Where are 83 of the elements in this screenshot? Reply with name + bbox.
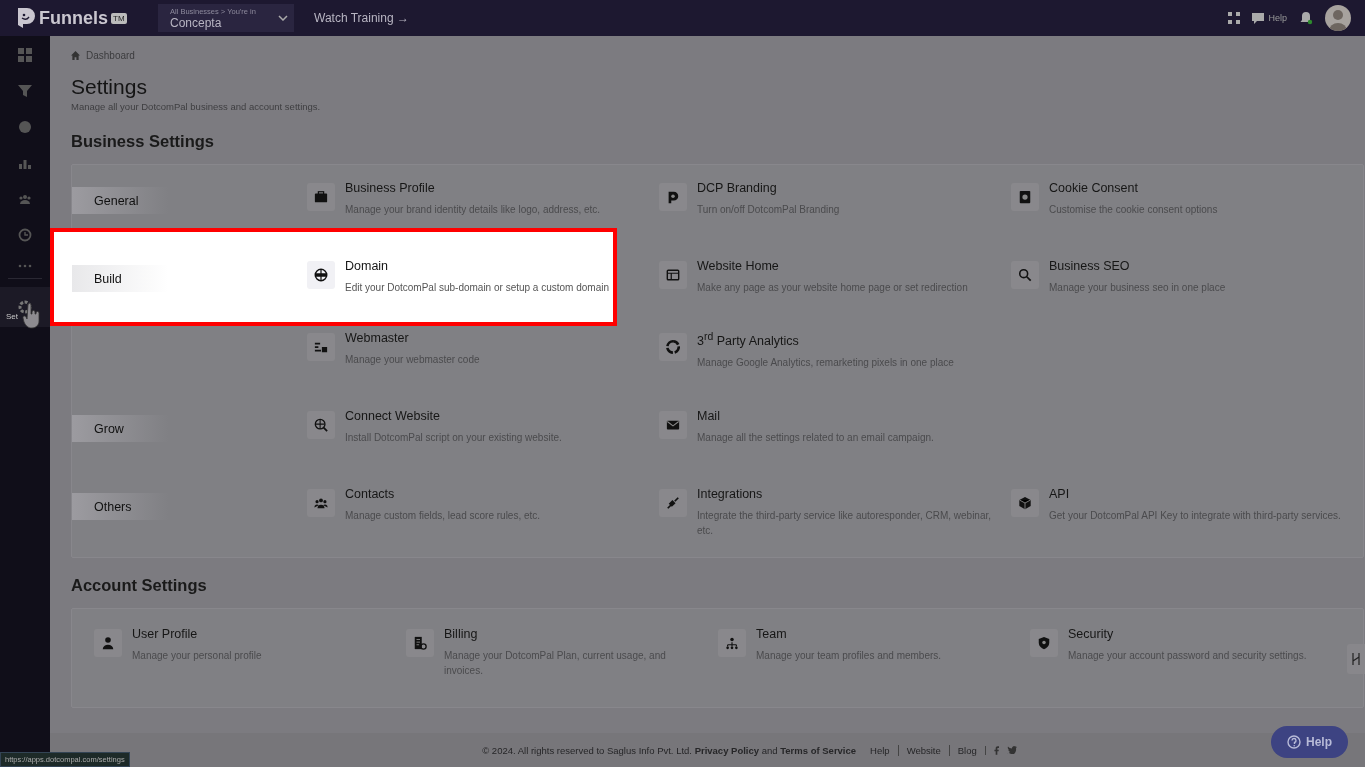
setting-title[interactable]: User Profile (132, 627, 262, 641)
icon-tile[interactable] (659, 333, 687, 361)
cookie-icon (1018, 190, 1032, 204)
envelope-icon (666, 418, 680, 432)
plug-icon (666, 496, 680, 510)
icon-tile[interactable] (1030, 629, 1058, 657)
bird-icon[interactable] (1006, 746, 1017, 754)
icon-tile[interactable] (659, 411, 687, 439)
setting-title[interactable]: Integrations (697, 487, 997, 501)
hand-cursor-icon (22, 303, 42, 329)
icon-tile[interactable] (307, 333, 335, 361)
browser-window-icon (666, 268, 680, 282)
setting-title[interactable]: Team (756, 627, 942, 641)
people-icon[interactable] (18, 192, 32, 206)
icon-tile[interactable] (307, 411, 335, 439)
breadcrumb-link[interactable]: Dashboard (86, 50, 135, 61)
footer-link[interactable]: Help (864, 744, 890, 756)
setting-title[interactable]: DCP Branding (697, 181, 840, 195)
setting-title[interactable]: Business SEO (1049, 259, 1226, 273)
icon-tile[interactable] (659, 183, 687, 211)
setting-title[interactable]: Website Home (697, 259, 968, 273)
facebook-icon[interactable] (993, 745, 999, 755)
setting-title[interactable]: Connect Website (345, 409, 562, 423)
shield-icon (1037, 636, 1051, 650)
icon-tile[interactable] (94, 629, 122, 657)
code-list-icon (314, 340, 328, 354)
chat-bubble-icon (666, 190, 680, 204)
chevron-down-icon (278, 15, 288, 21)
setting-description: Edit your DotcomPal sub-domain or setup a custom domain (345, 281, 609, 295)
icon-tile[interactable] (659, 261, 687, 289)
setting-title[interactable]: 3$^{rd}$ Party Analytics (697, 331, 954, 349)
setting-title[interactable]: Security (1068, 627, 1307, 641)
setting-title[interactable]: Mail (697, 409, 934, 423)
setting-title[interactable]: Billing (444, 627, 694, 641)
question-icon (1287, 735, 1301, 749)
setting-title[interactable]: API (1049, 487, 1341, 501)
globe-search-icon (314, 418, 328, 432)
chat-help-icon[interactable] (1252, 12, 1265, 24)
section-heading: Business Settings (71, 132, 216, 151)
copyright-text: © 2024. All rights reserved to Saglus Info Pvt. Ltd. Privacy Policy and Terms of Service (482, 744, 857, 756)
icon-tile[interactable] (659, 489, 687, 517)
more-icon[interactable] (18, 264, 32, 268)
setting-title[interactable]: Business Profile (345, 181, 601, 195)
icon-tile[interactable] (1011, 261, 1039, 289)
logo-icon (16, 7, 36, 29)
side-panel-tab[interactable] (1347, 644, 1365, 674)
setting-title[interactable]: Contacts (345, 487, 541, 501)
avatar[interactable] (1325, 5, 1351, 31)
clock-icon[interactable] (18, 228, 32, 242)
section-heading: Account Settings (71, 576, 208, 595)
icon-tile[interactable] (307, 489, 335, 517)
trademark-badge: TM (111, 13, 127, 24)
ring-icon (666, 340, 680, 354)
help-link[interactable]: Help (1268, 13, 1287, 23)
bell-icon[interactable] (1299, 11, 1313, 25)
logo-text: Funnels (39, 7, 108, 29)
icon-tile[interactable] (307, 261, 335, 289)
dashboard-icon[interactable] (18, 48, 32, 62)
icon-tile[interactable] (1011, 489, 1039, 517)
people-icon (314, 496, 328, 510)
funnel-icon[interactable] (18, 84, 32, 98)
briefcase-icon (314, 190, 328, 204)
apps-grid-icon[interactable] (1228, 12, 1241, 24)
icon-tile[interactable] (718, 629, 746, 657)
watch-training-link[interactable]: Watch Training → (314, 11, 409, 25)
icon-tile[interactable] (1011, 183, 1039, 211)
magnifier-icon (1018, 268, 1032, 282)
cube-icon (1018, 496, 1032, 510)
person-icon (101, 636, 115, 650)
setting-title[interactable]: Webmaster (345, 331, 480, 345)
footer-link[interactable]: Website (897, 744, 941, 756)
settings-nav-item[interactable]: Set (0, 287, 50, 327)
setting-title[interactable]: Domain (345, 259, 609, 273)
help-button[interactable]: Help (1271, 726, 1348, 758)
icon-tile[interactable] (406, 629, 434, 657)
icon-tile[interactable] (307, 183, 335, 211)
team-icon (725, 636, 739, 650)
page-title: Settings (71, 75, 148, 99)
home-icon (71, 51, 80, 60)
document-icon (413, 636, 427, 650)
footer-link[interactable]: Blog (948, 744, 977, 756)
setting-title[interactable]: Cookie Consent (1049, 181, 1218, 195)
collapse-icon (1352, 653, 1360, 665)
